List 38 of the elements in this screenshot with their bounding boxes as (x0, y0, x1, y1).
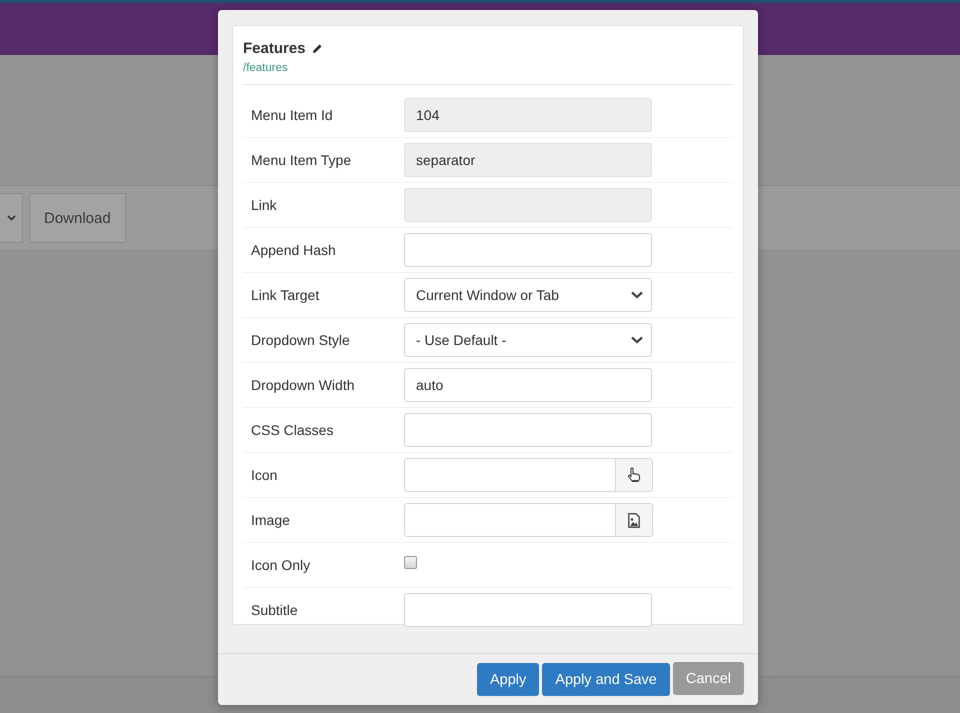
chevron-down-icon (631, 291, 643, 299)
checkbox[interactable] (404, 556, 417, 568)
input-field[interactable] (404, 233, 652, 267)
select-field[interactable]: - Use Default - (404, 323, 652, 357)
field-label: Icon (251, 467, 278, 483)
dropdown-button[interactable] (0, 193, 23, 243)
field-label: Menu Item Type (251, 152, 352, 168)
hand-pointer-icon (627, 467, 641, 483)
picker-button[interactable] (616, 458, 653, 492)
image-file-icon (628, 512, 640, 528)
chevron-down-icon (631, 336, 643, 344)
readonly-field[interactable]: separator (404, 143, 652, 177)
field-label: Append Hash (251, 242, 337, 258)
field-label: Subtitle (251, 602, 299, 618)
apply-button[interactable]: Apply (477, 663, 540, 696)
input-field[interactable] (404, 413, 652, 447)
field-label: Icon Only (251, 557, 312, 573)
field-label: Dropdown Style (251, 332, 351, 348)
input-field[interactable] (404, 458, 616, 492)
readonly-field[interactable] (404, 188, 652, 222)
picker-button[interactable] (616, 503, 653, 537)
modal-title: Features (243, 40, 306, 57)
field-label: CSS Classes (251, 422, 334, 438)
input-field[interactable] (404, 503, 616, 537)
field-label: Dropdown Width (251, 377, 356, 393)
readonly-field[interactable]: 104 (404, 98, 652, 132)
download-button[interactable]: Download (29, 193, 126, 243)
input-field[interactable] (404, 593, 652, 627)
input-field[interactable]: auto (404, 368, 652, 402)
apply-button[interactable]: Apply and Save (542, 663, 670, 696)
pencil-icon[interactable] (312, 43, 323, 54)
field-label: Link Target (251, 287, 320, 303)
item-path: /features (243, 62, 289, 74)
chevron-down-icon (6, 215, 16, 221)
select-field[interactable]: Current Window or Tab (404, 278, 652, 312)
field-label: Image (251, 512, 291, 528)
field-label: Link (251, 197, 278, 213)
field-label: Menu Item Id (251, 107, 334, 123)
